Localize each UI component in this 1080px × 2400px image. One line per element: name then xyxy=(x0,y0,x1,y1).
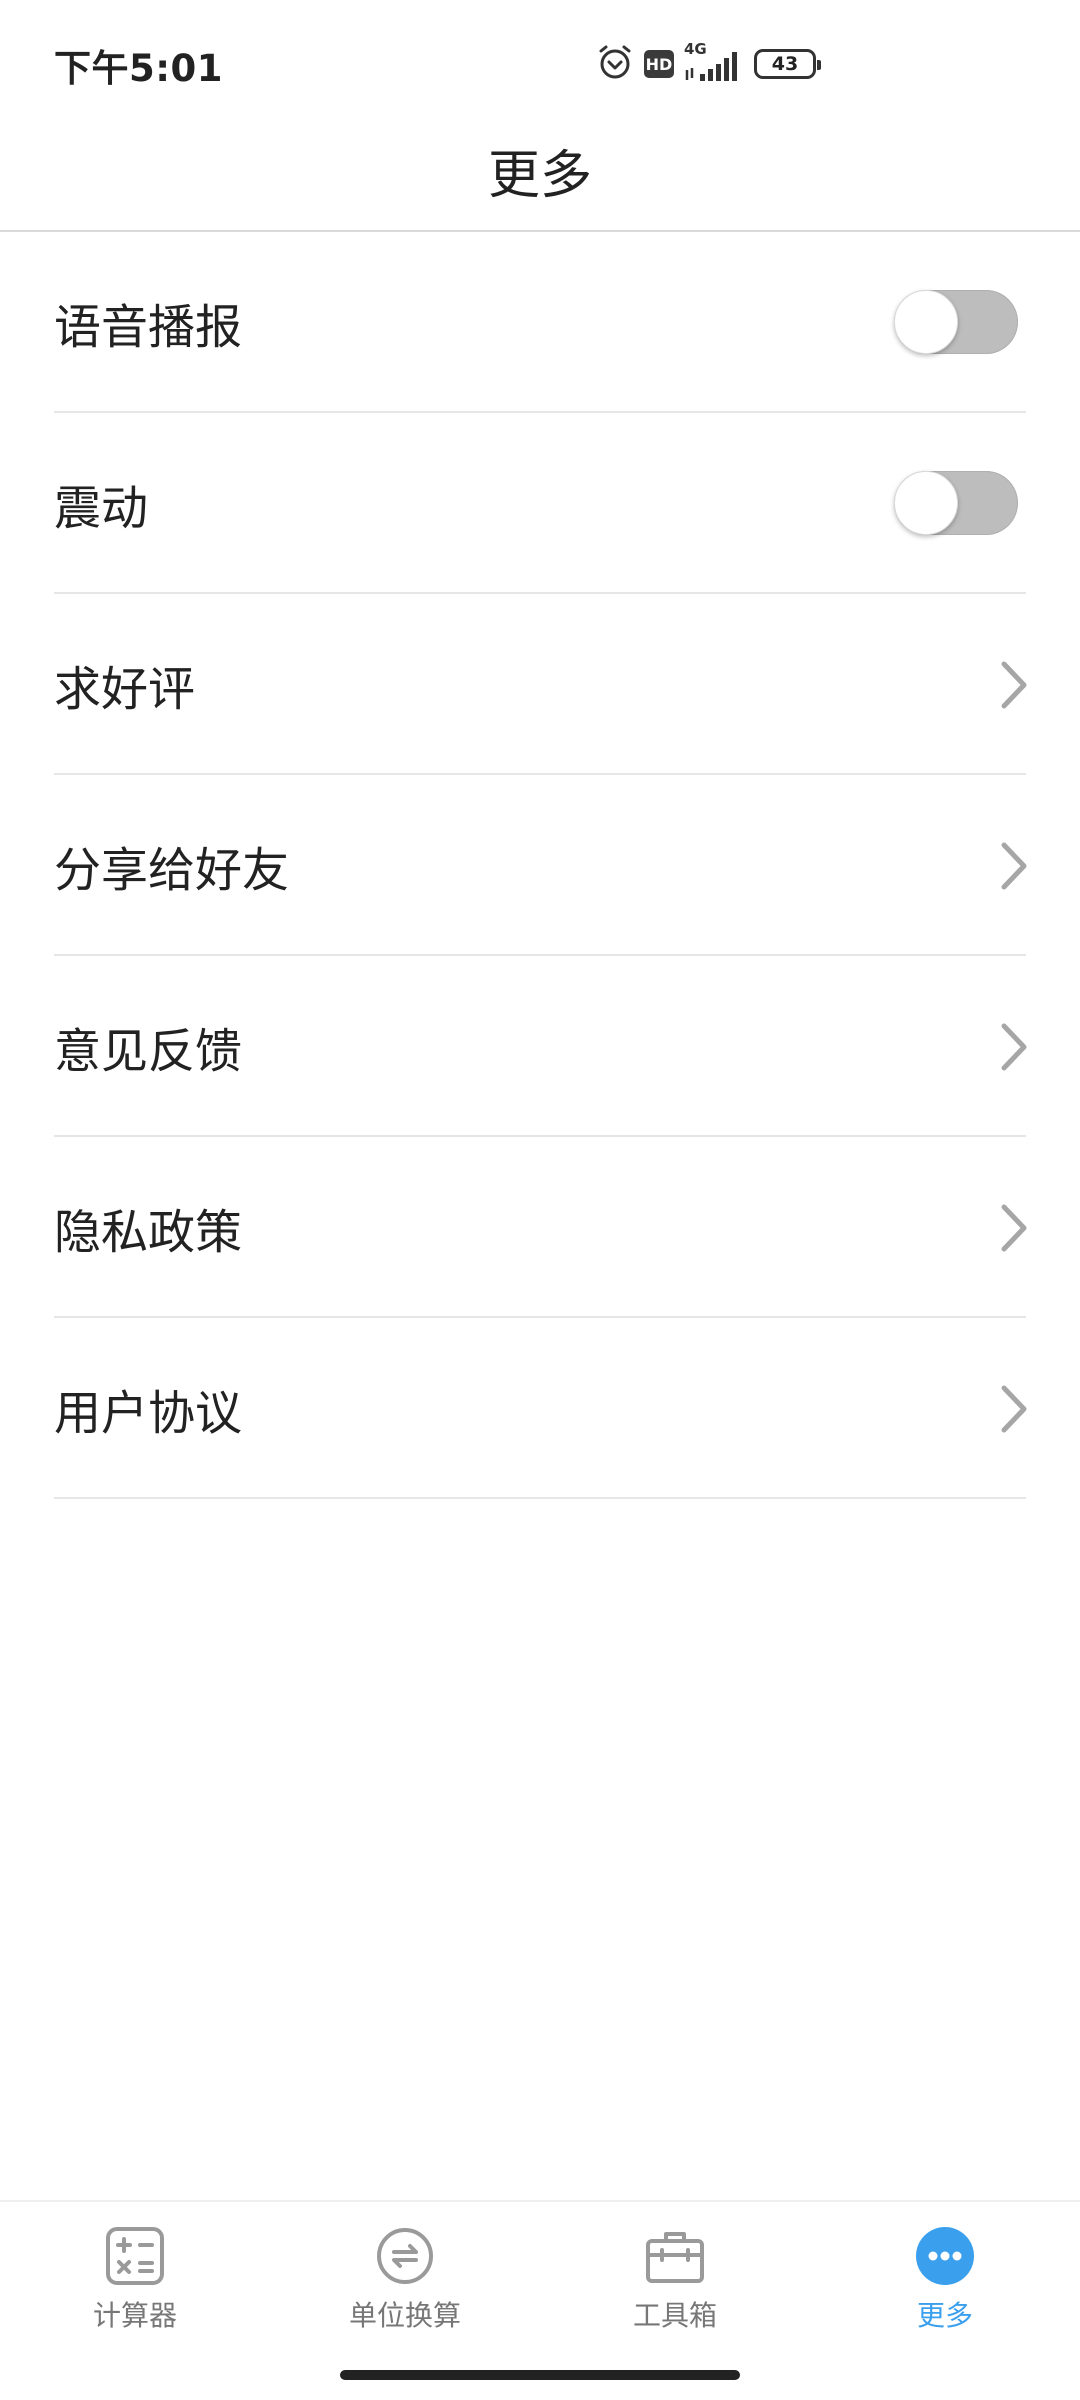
unit-convert-icon xyxy=(373,2224,437,2288)
setting-feedback[interactable]: 意见反馈 xyxy=(0,956,1080,1137)
setting-share[interactable]: 分享给好友 xyxy=(0,775,1080,956)
toolbox-icon xyxy=(643,2224,707,2288)
battery-icon: 43 xyxy=(754,49,821,79)
setting-rate-us[interactable]: 求好评 xyxy=(0,594,1080,775)
screen: 下午5:01 HD 4G 43 更多 语音播报 震动 求好评 分享给好友 意见反… xyxy=(0,0,1080,2400)
status-time: 下午5:01 xyxy=(54,47,224,90)
nav-unit-convert[interactable]: 单位换算 xyxy=(305,2224,505,2334)
nav-label: 工具箱 xyxy=(632,2299,717,2332)
home-indicator[interactable] xyxy=(340,2370,740,2380)
nav-calculator[interactable]: 计算器 xyxy=(35,2224,235,2334)
setting-label: 意见反馈 xyxy=(54,1024,242,1079)
alarm-icon xyxy=(596,43,634,85)
chevron-right-icon xyxy=(1001,1023,1027,1071)
nav-toolbox[interactable]: 工具箱 xyxy=(575,2224,775,2334)
nav-label: 更多 xyxy=(916,2299,973,2332)
setting-label: 语音播报 xyxy=(54,300,242,355)
vibration-toggle[interactable] xyxy=(894,471,1018,535)
more-dots-icon xyxy=(913,2224,977,2288)
setting-privacy-policy[interactable]: 隐私政策 xyxy=(0,1137,1080,1318)
setting-label: 用户协议 xyxy=(54,1386,242,1441)
title-bar: 更多 xyxy=(0,125,1080,232)
nav-label: 单位换算 xyxy=(348,2299,461,2332)
chevron-right-icon xyxy=(1001,661,1027,709)
toggle-knob xyxy=(894,471,958,535)
setting-label: 震动 xyxy=(54,481,148,536)
setting-user-agreement[interactable]: 用户协议 xyxy=(0,1318,1080,1499)
chevron-right-icon xyxy=(1001,1385,1027,1433)
status-bar: 下午5:01 HD 4G 43 xyxy=(0,0,1080,125)
setting-vibration[interactable]: 震动 xyxy=(0,413,1080,594)
setting-voice-broadcast[interactable]: 语音播报 xyxy=(0,232,1080,413)
chevron-right-icon xyxy=(1001,1204,1027,1252)
voice-broadcast-toggle[interactable] xyxy=(894,290,1018,354)
settings-list: 语音播报 震动 求好评 分享给好友 意见反馈 隐私政策 用户协议 xyxy=(0,232,1080,1499)
setting-label: 求好评 xyxy=(54,662,195,717)
battery-level: 43 xyxy=(771,53,799,75)
calculator-icon xyxy=(103,2224,167,2288)
nav-more[interactable]: 更多 xyxy=(845,2224,1045,2334)
toggle-knob xyxy=(894,290,958,354)
4g-signal-icon: 4G xyxy=(684,40,744,84)
setting-label: 隐私政策 xyxy=(54,1205,242,1260)
status-icons: HD 4G 43 xyxy=(596,40,826,86)
hd-badge: HD xyxy=(644,50,674,78)
setting-label: 分享给好友 xyxy=(54,843,289,898)
nav-label: 计算器 xyxy=(92,2299,177,2332)
page-title: 更多 xyxy=(487,146,592,206)
chevron-right-icon xyxy=(1001,842,1027,890)
